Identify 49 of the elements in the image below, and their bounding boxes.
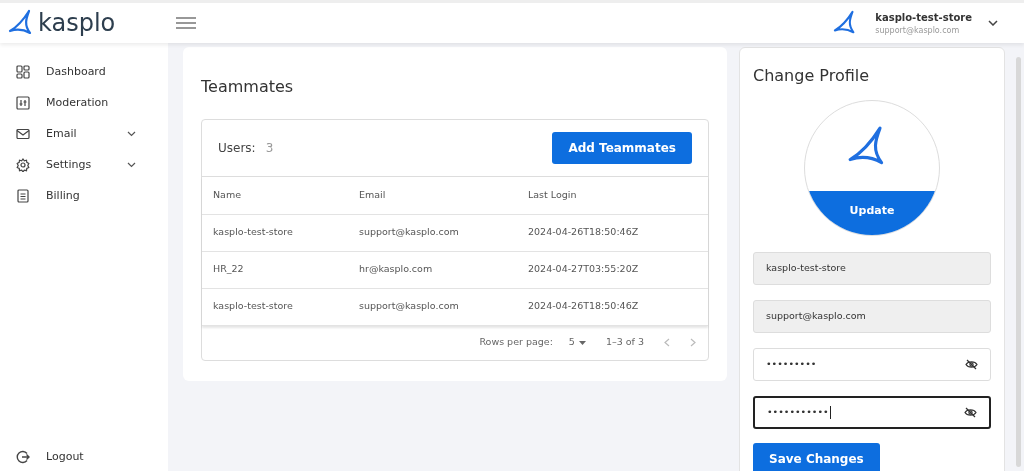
table-cell: support@kasplo.com bbox=[348, 288, 517, 325]
settings-icon bbox=[16, 158, 30, 172]
column-header: Email bbox=[348, 177, 517, 214]
sidebar-item[interactable]: Moderation bbox=[0, 86, 150, 116]
save-changes-button[interactable]: Save Changes bbox=[753, 443, 880, 471]
rows-per-page-select[interactable]: 5 bbox=[568, 335, 586, 350]
password-field[interactable]: ••••••••• bbox=[753, 348, 991, 381]
menu-icon[interactable] bbox=[176, 17, 196, 29]
logout-link[interactable]: Logout bbox=[0, 440, 150, 469]
table-cell: hr@kasplo.com bbox=[348, 251, 517, 288]
grid-icon bbox=[16, 65, 30, 79]
previous-page-icon[interactable] bbox=[664, 338, 670, 347]
chevron-down-icon[interactable] bbox=[988, 20, 998, 26]
next-page-icon[interactable] bbox=[690, 338, 696, 347]
sidebar-item[interactable]: Settings bbox=[0, 148, 150, 178]
eye-slash-icon[interactable] bbox=[964, 407, 977, 418]
password-field[interactable]: ••••••••••• bbox=[753, 396, 991, 429]
table-cell: HR_22 bbox=[202, 251, 348, 288]
users-count: 3 bbox=[265, 140, 274, 157]
card-title: Teammates bbox=[201, 76, 295, 98]
table-cell: 2024-04-27T03:55:20Z bbox=[517, 251, 708, 288]
sliders-icon bbox=[16, 96, 30, 110]
table-cell: kasplo-test-store bbox=[202, 214, 348, 251]
card-title: Change Profile bbox=[753, 65, 871, 87]
column-header: Name bbox=[202, 177, 348, 214]
account-name: kasplo-test-store bbox=[875, 10, 972, 25]
chevron-down-icon bbox=[127, 131, 136, 137]
table-cell: 2024-04-26T18:50:46Z bbox=[517, 214, 708, 251]
column-header: Last Login bbox=[517, 177, 708, 214]
logout-icon bbox=[16, 449, 30, 464]
sidebar-item[interactable]: Billing bbox=[0, 179, 150, 209]
rows-per-page-label: Rows per page: bbox=[479, 335, 553, 350]
brand-name: kasplo bbox=[38, 11, 116, 35]
add-teammates-button[interactable]: Add Teammates bbox=[552, 132, 692, 164]
scrollbar[interactable] bbox=[1016, 57, 1021, 467]
table-cell: 2024-04-26T18:50:46Z bbox=[517, 288, 708, 325]
document-icon bbox=[16, 189, 30, 203]
users-label: Users: bbox=[218, 140, 256, 157]
mail-icon bbox=[16, 127, 30, 141]
sidebar-item[interactable]: Dashboard bbox=[0, 55, 150, 85]
table-cell: kasplo-test-store bbox=[202, 288, 348, 325]
caret-icon bbox=[578, 340, 586, 345]
sidebar-item[interactable]: Email bbox=[0, 117, 150, 147]
account-email: support@kasplo.com bbox=[875, 24, 961, 37]
page-range: 1–3 of 3 bbox=[605, 335, 644, 350]
text-cursor bbox=[829, 406, 831, 419]
chevron-down-icon bbox=[127, 162, 136, 168]
table-cell: support@kasplo.com bbox=[348, 214, 517, 251]
eye-slash-icon[interactable] bbox=[965, 359, 978, 370]
